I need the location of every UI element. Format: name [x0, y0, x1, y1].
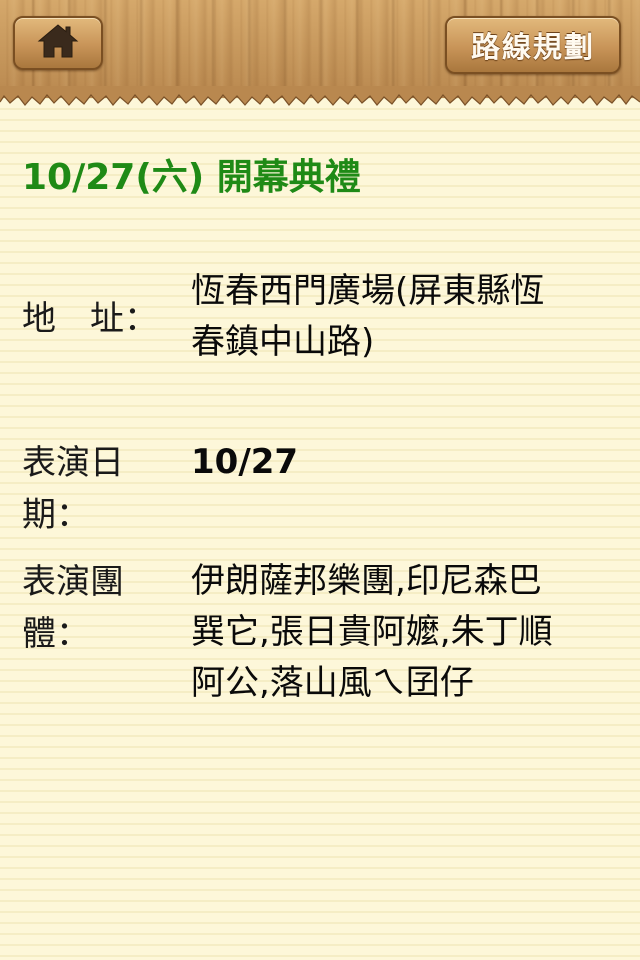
address-value: 恆春西門廣場(屏東縣恆春鎮中山路) [191, 271, 545, 362]
performance-date-label: 表演日期： [22, 443, 124, 535]
performance-group-label: 表演團體： [22, 562, 124, 654]
event-detail: 10/27(六) 開幕典禮 地 址： 恆春西門廣場(屏東縣恆春鎮中山路) 表演日… [0, 0, 640, 960]
performance-group-value: 伊朗薩邦樂團,印尼森巴巽它,張日貴阿嬤,朱丁順阿公,落山風ㄟ囝仔 [191, 561, 553, 703]
performance-date-value: 10/27 [191, 442, 299, 482]
address-label: 地 址： [22, 299, 158, 339]
event-title: 10/27(六) 開幕典禮 [22, 157, 361, 198]
